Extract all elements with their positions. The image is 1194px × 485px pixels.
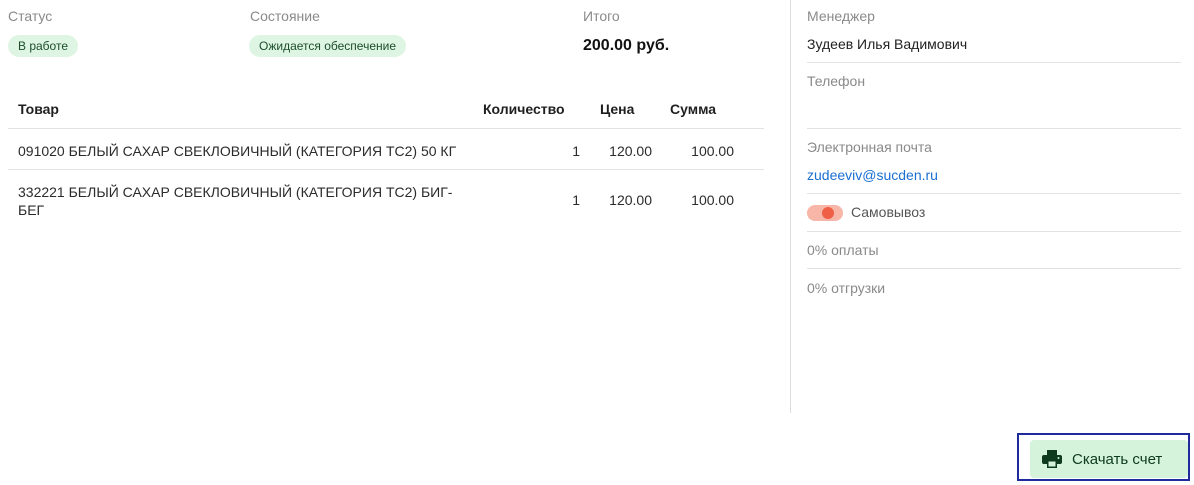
- column-header-quantity: Количество: [483, 101, 565, 117]
- download-invoice-label: Скачать счет: [1072, 450, 1163, 468]
- status-label: Статус: [8, 8, 53, 24]
- row-divider: [8, 169, 764, 170]
- manager-label: Менеджер: [807, 8, 875, 24]
- product-name: 332221 БЕЛЫЙ САХАР СВЕКЛОВИЧНЫЙ (КАТЕГОР…: [18, 183, 452, 219]
- printer-icon: [1042, 450, 1062, 468]
- sidebar-divider: [807, 128, 1181, 129]
- shipment-progress: 0% отгрузки: [807, 280, 886, 296]
- quantity-cell: 1: [572, 192, 580, 208]
- download-invoice-button[interactable]: Скачать счет: [1030, 440, 1188, 478]
- status-badge: В работе: [8, 35, 79, 57]
- toggle-knob: [822, 207, 834, 219]
- column-header-sum: Сумма: [670, 101, 717, 117]
- panel-divider: [790, 0, 791, 413]
- price-cell: 120.00: [609, 192, 652, 208]
- total-value: 200.00 руб.: [583, 37, 670, 54]
- product-name: 091020 БЕЛЫЙ САХАР СВЕКЛОВИЧНЫЙ (КАТЕГОР…: [18, 143, 457, 159]
- manager-value: Зудеев Илья Вадимович: [807, 36, 968, 52]
- quantity-cell: 1: [572, 143, 580, 159]
- email-label: Электронная почта: [807, 139, 932, 155]
- payment-progress: 0% оплаты: [807, 242, 879, 258]
- state-label: Состояние: [250, 8, 320, 24]
- sidebar-divider: [807, 193, 1181, 194]
- table-header-divider: [8, 128, 764, 129]
- sidebar-divider: [807, 268, 1181, 269]
- column-header-product: Товар: [18, 101, 59, 117]
- state-badge: Ожидается обеспечение: [249, 35, 406, 57]
- column-header-price: Цена: [600, 101, 635, 117]
- email-link[interactable]: zudeeviv@sucden.ru: [807, 167, 938, 183]
- pickup-toggle[interactable]: [807, 205, 843, 221]
- sidebar-divider: [807, 62, 1181, 63]
- sum-cell: 100.00: [691, 192, 734, 208]
- sum-cell: 100.00: [691, 143, 734, 159]
- sidebar-divider: [807, 231, 1181, 232]
- product-name-line: 332221 БЕЛЫЙ САХАР СВЕКЛОВИЧНЫЙ (КАТЕГОР…: [18, 184, 453, 200]
- product-name-line: БЕГ: [18, 202, 45, 218]
- price-cell: 120.00: [609, 143, 652, 159]
- total-label: Итого: [583, 8, 620, 24]
- phone-label: Телефон: [807, 73, 866, 89]
- pickup-label: Самовывоз: [851, 204, 926, 220]
